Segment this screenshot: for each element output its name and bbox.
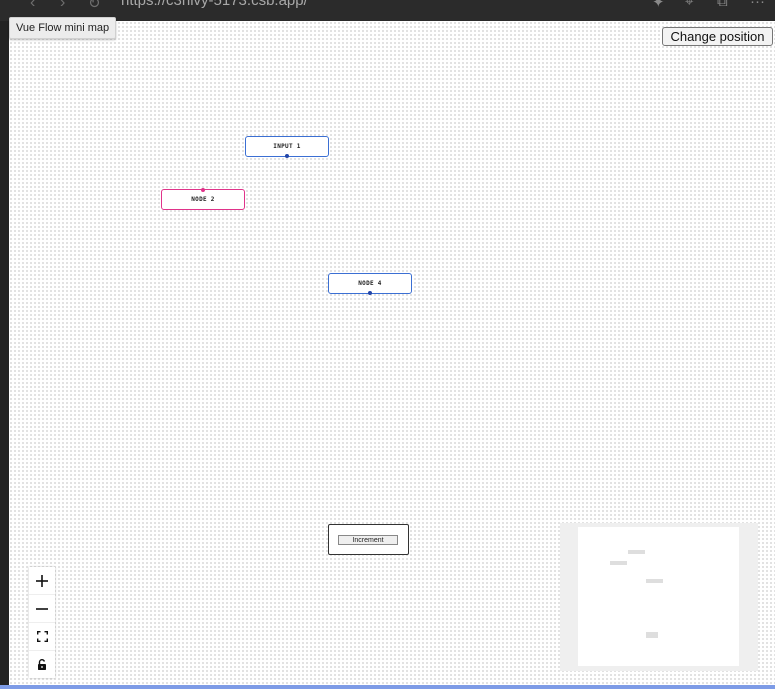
extension-icon[interactable]: ✦ (652, 0, 665, 11)
zoom-out-icon (36, 607, 48, 610)
window-edge (0, 21, 9, 689)
minimap[interactable] (560, 523, 758, 671)
zoom-in-icon (36, 574, 48, 587)
browser-toolbar: ‹ › ↻ https://c3nlvy-5173.csb.app/ ✦ ⌖ ⧉… (0, 0, 775, 21)
back-icon[interactable]: ‹ (30, 0, 35, 12)
minimap-node (610, 561, 627, 565)
address-bar[interactable]: https://c3nlvy-5173.csb.app/ (121, 0, 308, 9)
increment-button[interactable]: Increment (338, 535, 398, 545)
node-4[interactable]: NODE 4 (328, 273, 412, 295)
source-handle[interactable] (285, 154, 289, 158)
forward-icon[interactable]: › (60, 0, 65, 12)
copy-icon[interactable]: ⧉ (717, 0, 728, 10)
minimap-node (628, 550, 645, 554)
change-position-button[interactable]: Change position (662, 27, 773, 46)
node-label: NODE 2 (191, 196, 215, 203)
node-label: INPUT 1 (273, 143, 301, 150)
minimap-tooltip: Vue Flow mini map (9, 17, 117, 39)
zoom-in-button[interactable] (29, 567, 55, 595)
target-icon[interactable]: ⌖ (685, 0, 693, 10)
bottom-bar (0, 685, 775, 689)
minimap-node (646, 632, 658, 638)
zoom-out-button[interactable] (29, 595, 55, 623)
lock-icon (38, 659, 46, 670)
lock-button[interactable] (29, 651, 55, 678)
fit-view-icon (36, 631, 48, 642)
target-handle[interactable] (201, 188, 205, 192)
node-2[interactable]: NODE 2 (161, 188, 245, 210)
fit-view-button[interactable] (29, 623, 55, 651)
minimap-viewport (578, 527, 739, 666)
flow-controls (29, 567, 55, 678)
node-input-1[interactable]: INPUT 1 (245, 136, 329, 158)
more-icon[interactable]: ··· (750, 0, 765, 10)
custom-node[interactable]: Increment (328, 524, 409, 555)
reload-icon[interactable]: ↻ (88, 0, 101, 12)
minimap-node (646, 579, 663, 583)
source-handle[interactable] (368, 291, 372, 295)
node-label: NODE 4 (358, 280, 382, 287)
